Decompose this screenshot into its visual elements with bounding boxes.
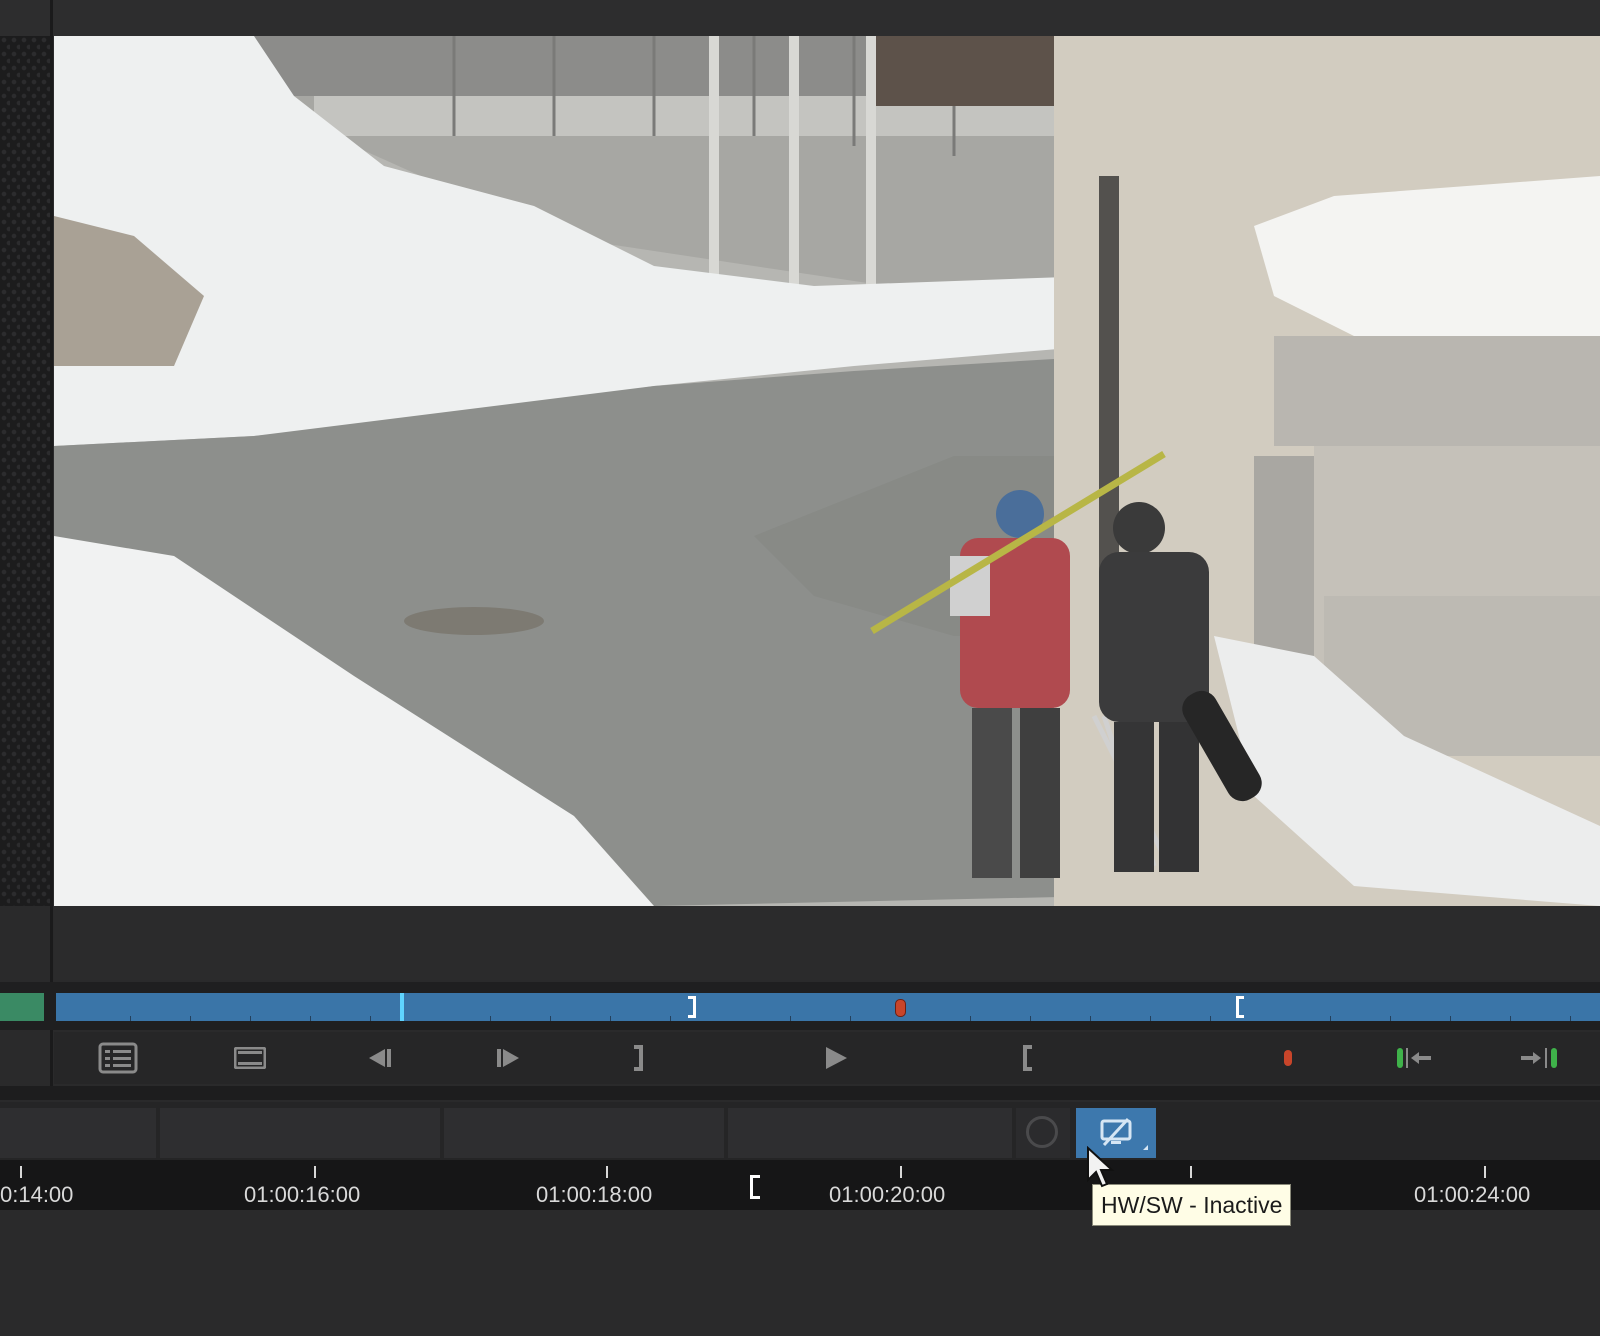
ruler-timecode: 01:00:16:00: [244, 1182, 361, 1207]
scrubber-tick: [190, 1016, 191, 1021]
play-icon[interactable]: [818, 1040, 854, 1076]
mark-in-icon[interactable]: [1016, 1040, 1040, 1076]
ruler-timecode: 0:14:00: [0, 1182, 74, 1207]
timeline-ruler[interactable]: [0, 1160, 1600, 1210]
mouse-cursor-icon: [1086, 1145, 1116, 1195]
scrubber-tick: [1570, 1016, 1571, 1021]
monitor-off-icon: [1100, 1117, 1132, 1147]
hwsw-tooltip: HW/SW - Inactive: [1092, 1184, 1292, 1226]
clip-list-icon[interactable]: [96, 1040, 140, 1076]
scrubber-track[interactable]: [56, 993, 1600, 1021]
scrubber-tick: [1210, 1016, 1211, 1021]
scrubber-tick: [610, 1016, 611, 1021]
scrubber-tick: [1390, 1016, 1391, 1021]
filmstrip-icon[interactable]: [230, 1040, 270, 1076]
scrubber-tick: [850, 1016, 851, 1021]
video-viewer[interactable]: [54, 36, 1600, 906]
dropdown-corner-indicator: [1143, 1145, 1148, 1150]
out-point-marker[interactable]: [688, 996, 696, 1018]
scrubber-tick: [970, 1016, 971, 1021]
next-frame-icon[interactable]: [490, 1040, 526, 1076]
ruler-tick: [900, 1166, 902, 1178]
scrubber-tick: [310, 1016, 311, 1021]
scrubber-tick: [250, 1016, 251, 1021]
scrubber-tick: [1150, 1016, 1151, 1021]
panel-divider[interactable]: [50, 0, 53, 1100]
scrubber-tick: [1330, 1016, 1331, 1021]
scrubber-tick: [490, 1016, 491, 1021]
ruler-timecode: 01:00:20:00: [829, 1182, 946, 1207]
ruler-tick: [314, 1166, 316, 1178]
timeline-marker[interactable]: [895, 999, 906, 1017]
ruler-tick: [606, 1166, 608, 1178]
ruler-timecode: 01:00:24:00: [1414, 1182, 1531, 1207]
go-to-out-icon[interactable]: [1516, 1040, 1564, 1076]
scrubber-tick: [550, 1016, 551, 1021]
video-frame: [54, 36, 1600, 906]
scrubber-tick: [370, 1016, 371, 1021]
track-header-cell[interactable]: [160, 1108, 440, 1158]
track-header-cell[interactable]: [728, 1108, 1012, 1158]
track-header-cell[interactable]: [444, 1108, 724, 1158]
scrubber-tick: [1090, 1016, 1091, 1021]
viewer-footer: [54, 906, 1600, 980]
ruler-tick: [1190, 1166, 1192, 1178]
left-side-panel: [0, 36, 50, 906]
go-to-in-icon[interactable]: [1390, 1040, 1438, 1076]
in-point-marker[interactable]: [1236, 996, 1244, 1018]
top-bar: [0, 0, 1600, 36]
scrubber-tick: [670, 1016, 671, 1021]
scrubber-tick: [130, 1016, 131, 1021]
mark-out-icon[interactable]: [626, 1040, 650, 1076]
previous-frame-icon[interactable]: [362, 1040, 398, 1076]
scrubber-tick: [790, 1016, 791, 1021]
scrubber-tick: [1510, 1016, 1511, 1021]
ruler-tick: [1484, 1166, 1486, 1178]
ruler-timecode: 01:00:18:00: [536, 1182, 653, 1207]
section-separator: [0, 1086, 1600, 1100]
scrubber-green-segment: [0, 993, 44, 1021]
add-marker-icon[interactable]: [1276, 1040, 1300, 1076]
scrubber-tick: [1030, 1016, 1031, 1021]
timeline-empty-area[interactable]: [0, 1210, 1600, 1336]
track-header-cell[interactable]: [0, 1108, 156, 1158]
record-circle-icon: [1026, 1116, 1058, 1148]
ruler-tick: [20, 1166, 22, 1178]
playhead[interactable]: [400, 993, 404, 1021]
scrubber-tick: [1450, 1016, 1451, 1021]
ruler-in-point-marker[interactable]: [750, 1175, 760, 1199]
